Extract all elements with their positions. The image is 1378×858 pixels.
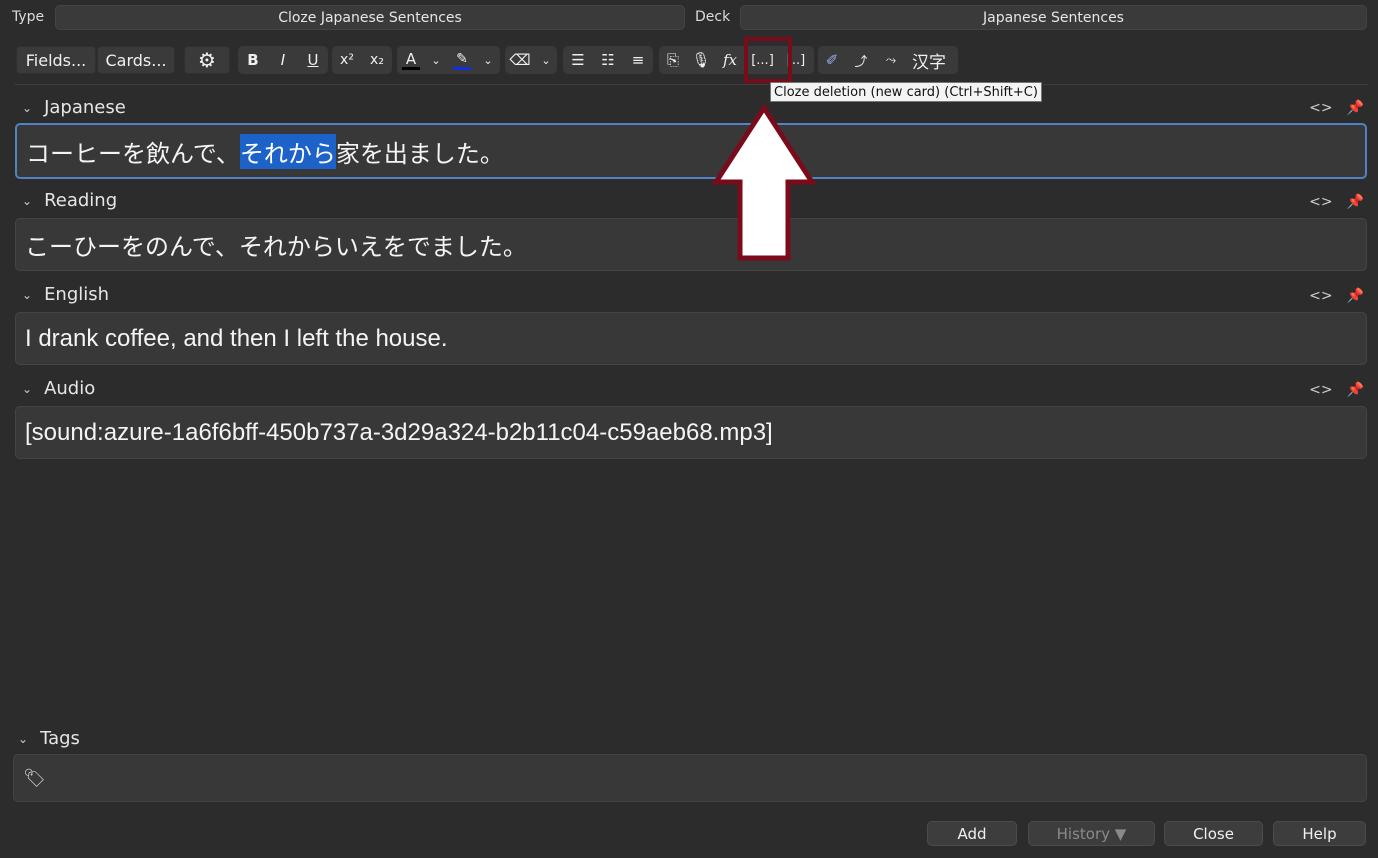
font-color-dropdown[interactable]: ⌄ (425, 46, 447, 74)
up-arrow-annotation (712, 104, 816, 261)
attach-button[interactable]: ⎘ (659, 46, 687, 74)
font-color-button[interactable]: A (397, 46, 425, 74)
japanese-text-selected: それから (239, 133, 336, 169)
subscript-button[interactable]: x₂ (362, 46, 392, 74)
microphone-icon: 🎙 (691, 51, 711, 69)
japanese-text-after: 家を出ました。 (335, 139, 504, 168)
bullet-list-button[interactable]: ☰ (563, 46, 593, 74)
clear-format-dropdown[interactable]: ⌄ (535, 46, 557, 74)
paperclip-icon: ⎘ (666, 51, 679, 69)
record-button[interactable]: 🎙 (687, 46, 715, 74)
addon-group: ✐ ⤴ ⤳ 汉字 (818, 46, 958, 74)
settings-gear-button[interactable]: ⚙ (184, 46, 230, 74)
numbered-list-icon: ☷ (601, 51, 615, 69)
chevron-down-icon[interactable]: ⌄ (18, 732, 28, 746)
add-button[interactable]: Add (927, 821, 1017, 846)
close-button[interactable]: Close (1164, 821, 1263, 846)
pin-icon[interactable]: 📌 (1347, 288, 1364, 304)
eraser-icon: ⌫ (509, 51, 531, 69)
cloze-button-highlight (744, 37, 792, 83)
mathjax-button[interactable]: fx (715, 46, 745, 74)
gear-icon: ⚙ (198, 48, 216, 72)
tags-label-text: Tags (40, 728, 80, 749)
chevron-down-icon[interactable]: ⌄ (22, 101, 32, 115)
english-field-input[interactable]: I drank coffee, and then I left the hous… (15, 312, 1367, 365)
function-icon: fx (722, 51, 737, 69)
fields-button[interactable]: Fields... (16, 46, 96, 74)
kanji-button[interactable]: 汉字 (906, 46, 952, 74)
field-actions-reading: <> 📌 (1309, 194, 1364, 210)
numbered-list-button[interactable]: ☷ (593, 46, 623, 74)
help-button[interactable]: Help (1273, 821, 1366, 846)
field-label-text: English (44, 284, 110, 305)
bullet-list-icon: ☰ (571, 51, 585, 69)
field-actions-english: <> 📌 (1309, 288, 1364, 304)
field-label-text: Audio (44, 378, 96, 399)
clear-format-button[interactable]: ⌫ (505, 46, 535, 74)
superscript-button[interactable]: x² (332, 46, 362, 74)
note-type-selector[interactable]: Cloze Japanese Sentences (55, 5, 685, 30)
pitch-remove-icon: ⤳ (885, 52, 897, 68)
tag-icon: 🏷 (23, 767, 46, 789)
html-editor-icon[interactable]: <> (1309, 382, 1332, 398)
html-editor-icon[interactable]: <> (1309, 100, 1332, 116)
field-label-english[interactable]: ⌄ English (22, 284, 109, 305)
tags-label[interactable]: ⌄ Tags (18, 728, 80, 749)
field-label-japanese[interactable]: ⌄ Japanese (22, 97, 126, 118)
chevron-down-icon: ⌄ (483, 53, 493, 67)
field-actions-audio: <> 📌 (1309, 382, 1364, 398)
japanese-text-before: コーヒーを飲んで、 (26, 139, 240, 168)
highlight-color-button[interactable]: ✎ (447, 46, 477, 74)
addon-brush-button[interactable]: ✐ (818, 46, 846, 74)
html-editor-icon[interactable]: <> (1309, 194, 1332, 210)
pin-icon[interactable]: 📌 (1347, 382, 1364, 398)
chevron-down-icon: ⌄ (431, 53, 441, 67)
field-label-text: Reading (44, 190, 118, 211)
japanese-field-input[interactable]: コーヒーを飲んで、 それから 家を出ました。 (15, 123, 1367, 179)
chevron-down-icon[interactable]: ⌄ (22, 288, 32, 302)
field-actions-japanese: <> 📌 (1309, 100, 1364, 116)
reading-field-input[interactable]: こーひーをのんで、それからいえをでました。 (15, 218, 1367, 271)
color-group: A ⌄ ✎ ⌄ (397, 46, 500, 74)
toolbar-divider (14, 84, 1368, 85)
script-group: x² x₂ (332, 46, 392, 74)
align-icon: ≡ (631, 51, 645, 69)
pin-icon[interactable]: 📌 (1347, 194, 1364, 210)
chevron-down-icon: ⌄ (541, 53, 551, 67)
italic-button[interactable]: I (268, 46, 298, 74)
bold-button[interactable]: B (238, 46, 268, 74)
html-editor-icon[interactable]: <> (1309, 288, 1332, 304)
chevron-down-icon[interactable]: ⌄ (22, 382, 32, 396)
cloze-tooltip: Cloze deletion (new card) (Ctrl+Shift+C) (770, 82, 1042, 102)
chevron-down-icon[interactable]: ⌄ (22, 194, 32, 208)
pin-icon[interactable]: 📌 (1347, 100, 1364, 116)
font-color-icon: A (405, 49, 417, 68)
pitch-graph-icon: ⤴ (854, 54, 868, 70)
text-format-group: B I U (238, 46, 328, 74)
highlighter-icon: ✎ (456, 50, 468, 67)
list-group: ☰ ☷ ≡ (563, 46, 653, 74)
tags-input[interactable]: 🏷 (13, 754, 1367, 802)
brush-icon: ✐ (825, 51, 839, 69)
deck-label: Deck (695, 9, 731, 25)
audio-field-input[interactable]: [sound:azure-1a6f6bff-450b737a-3d29a324-… (15, 406, 1367, 459)
field-label-text: Japanese (44, 97, 126, 118)
eraser-group: ⌫ ⌄ (505, 46, 557, 74)
type-label: Type (12, 9, 45, 25)
field-label-reading[interactable]: ⌄ Reading (22, 190, 117, 211)
field-label-audio[interactable]: ⌄ Audio (22, 378, 95, 399)
highlight-color-dropdown[interactable]: ⌄ (477, 46, 499, 74)
deck-selector[interactable]: Japanese Sentences (740, 5, 1367, 30)
align-button[interactable]: ≡ (623, 46, 653, 74)
underline-button[interactable]: U (298, 46, 328, 74)
cards-button[interactable]: Cards... (97, 46, 175, 74)
history-button[interactable]: History ▼ (1028, 821, 1155, 846)
addon-pitch-button[interactable]: ⤴ (846, 46, 876, 74)
addon-pitch-remove-button[interactable]: ⤳ (876, 46, 906, 74)
